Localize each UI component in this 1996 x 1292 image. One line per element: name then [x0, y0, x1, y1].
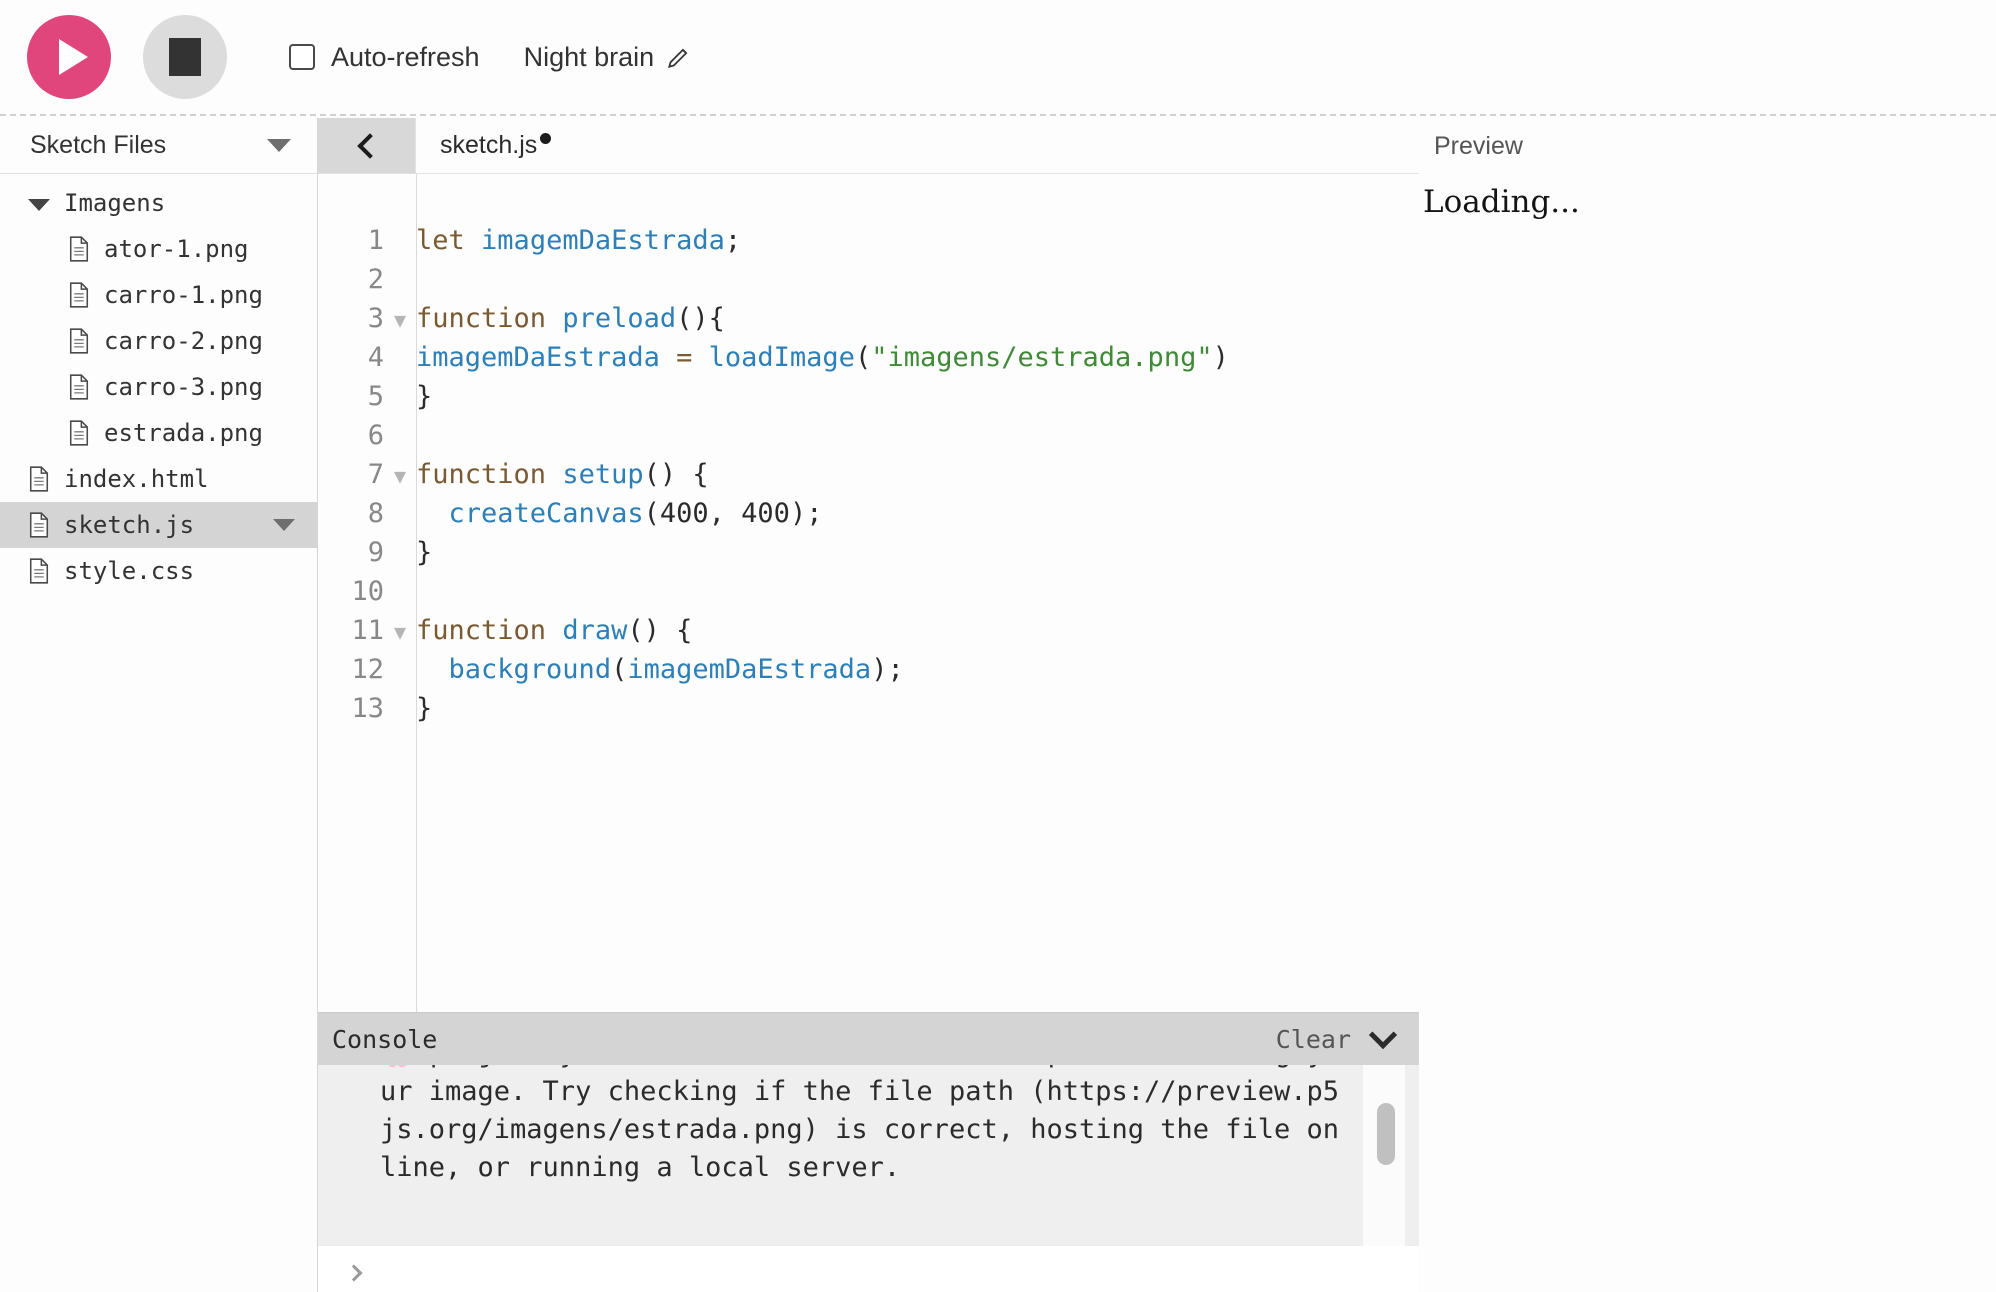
file-list: Imagens ator-1.png carro-1.png carro-2.png c…	[0, 174, 317, 594]
gutter-divider	[416, 174, 417, 1068]
sketch-name-label: Night brain	[523, 41, 655, 72]
file-item-ator-1-png[interactable]: ator-1.png	[0, 226, 317, 272]
file-item-carro-3-png[interactable]: carro-3.png	[0, 364, 317, 410]
preview-loading-text: Loading...	[1423, 184, 1580, 220]
file-icon	[28, 512, 50, 538]
auto-refresh-label: Auto-refresh	[331, 41, 480, 72]
console-input[interactable]	[318, 1246, 1419, 1292]
preview-title: Preview	[1434, 131, 1523, 160]
chevron-right-icon	[345, 1264, 363, 1282]
sketch-files-header[interactable]: Sketch Files	[0, 118, 317, 174]
file-item-sketch-js[interactable]: sketch.js	[0, 502, 317, 548]
preview-column: Preview Loading...	[1419, 118, 1996, 1292]
play-icon	[58, 39, 88, 75]
collapse-sidebar-button[interactable]	[318, 118, 415, 173]
editor-column: sketch.js 1▼let imagemDaEstrada; 2▼ 3▼fu…	[318, 118, 1419, 1292]
console-actions: Clear	[1276, 1020, 1398, 1054]
file-icon	[68, 282, 90, 308]
chevron-down-icon[interactable]	[267, 139, 291, 152]
code-editor[interactable]: 1▼let imagemDaEstrada; 2▼ 3▼function pre…	[318, 174, 1419, 1068]
file-item-index-html[interactable]: index.html	[0, 456, 317, 502]
play-button[interactable]	[27, 15, 111, 99]
auto-refresh-toggle[interactable]: Auto-refresh	[289, 42, 480, 73]
file-icon	[68, 420, 90, 446]
file-item-label: Imagens	[64, 189, 166, 217]
chevron-down-icon[interactable]	[1368, 1020, 1398, 1050]
sketch-files-title: Sketch Files	[30, 131, 167, 159]
console-clear-button[interactable]: Clear	[1276, 1025, 1351, 1054]
file-icon	[68, 236, 90, 262]
editor-tabbar: sketch.js	[318, 118, 1419, 174]
file-options-chevron-icon[interactable]	[273, 519, 295, 531]
tab-sketch-js[interactable]: sketch.js	[415, 118, 575, 173]
file-item-carro-1-png[interactable]: carro-1.png	[0, 272, 317, 318]
file-item-label: carro-1.png	[104, 281, 263, 309]
unsaved-dot-icon	[540, 133, 552, 144]
preview-header: Preview	[1419, 118, 1996, 174]
file-item-carro-2-png[interactable]: carro-2.png	[0, 318, 317, 364]
file-item-label: carro-3.png	[104, 373, 263, 401]
tab-label: sketch.js	[440, 131, 538, 159]
console-body[interactable]: 🌸 p5.js says: It looks like there was a …	[318, 1065, 1419, 1247]
console-title: Console	[332, 1024, 438, 1054]
file-item-label: style.css	[64, 557, 195, 585]
console-header: Console Clear	[318, 1013, 1419, 1065]
file-item-label: ator-1.png	[104, 235, 249, 263]
pencil-icon[interactable]	[666, 44, 692, 70]
file-item-estrada-png[interactable]: estrada.png	[0, 410, 317, 456]
file-icon	[28, 466, 50, 492]
file-item-label: estrada.png	[104, 419, 263, 447]
code-content[interactable]: 1▼let imagemDaEstrada; 2▼ 3▼function pre…	[318, 174, 1419, 729]
file-item-style-css[interactable]: style.css	[0, 548, 317, 594]
top-toolbar: Auto-refresh Night brain	[0, 0, 1996, 116]
triangle-down-icon	[28, 198, 50, 211]
file-icon	[68, 328, 90, 354]
sketch-name-field[interactable]: Night brain	[524, 42, 693, 73]
file-icon	[28, 558, 50, 584]
file-item-imagens[interactable]: Imagens	[0, 180, 317, 226]
file-item-label: carro-2.png	[104, 327, 263, 355]
console-message: 🌸 p5.js says: It looks like there was a …	[380, 1065, 1340, 1183]
console-panel: Console Clear 🌸 p5.js says: It looks lik…	[318, 1012, 1419, 1292]
file-item-label: sketch.js	[64, 511, 195, 539]
file-item-label: index.html	[64, 465, 209, 493]
file-icon	[68, 374, 90, 400]
sketch-files-sidebar: Sketch Files Imagens ator-1.png carro-1.pn…	[0, 118, 318, 1292]
chevron-left-icon	[356, 132, 383, 159]
stop-icon	[169, 38, 201, 76]
console-scrollbar-thumb[interactable]	[1377, 1103, 1395, 1165]
auto-refresh-checkbox[interactable]	[289, 44, 315, 70]
preview-body: Loading...	[1419, 174, 1996, 220]
stop-button[interactable]	[143, 15, 227, 99]
